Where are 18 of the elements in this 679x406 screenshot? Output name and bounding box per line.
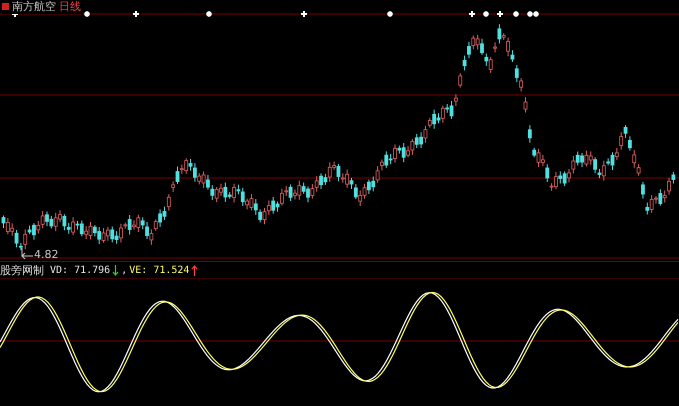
star-icon — [205, 10, 213, 18]
chart-period: 日线 — [59, 0, 81, 14]
leader-line — [21, 248, 34, 260]
plus-icon — [468, 10, 476, 18]
plus-icon — [132, 10, 140, 18]
indicator-value: VD: 71.796 — [50, 264, 110, 276]
star-icon — [386, 10, 394, 18]
stock-name: 南方航空 — [12, 0, 56, 14]
plus-icon — [300, 10, 308, 18]
indicator-name: 股旁网制 — [0, 262, 44, 278]
plus-icon — [496, 10, 504, 18]
star-icon — [482, 10, 490, 18]
star-icon — [512, 10, 520, 18]
stock-icon — [2, 3, 9, 10]
indicator-value: VE: 71.524 — [129, 264, 190, 276]
star-icon — [83, 10, 91, 18]
low-price-label: 4.82 — [34, 249, 58, 261]
separator: , — [121, 264, 128, 276]
